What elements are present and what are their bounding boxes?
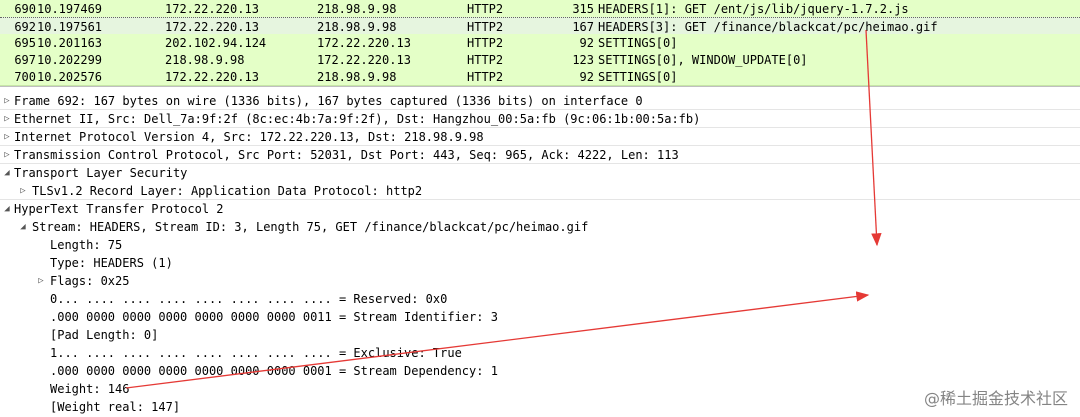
packet-destination: 218.98.9.98: [317, 70, 397, 84]
packet-row-690[interactable]: 690 10.197469 172.22.220.13 218.98.9.98 …: [0, 0, 1080, 18]
detail-stream[interactable]: ◢ Stream: HEADERS, Stream ID: 3, Length …: [16, 218, 588, 236]
detail-stream-dependency[interactable]: .000 0000 0000 0000 0000 0000 0000 0001 …: [50, 362, 498, 380]
packet-info: HEADERS[1]: GET /ent/js/lib/jquery-1.7.2…: [598, 2, 909, 16]
detail-ethernet[interactable]: ▷ Ethernet II, Src: Dell_7a:9f:2f (8c:ec…: [0, 110, 700, 128]
packet-protocol: HTTP2: [467, 70, 504, 84]
detail-text: Length: 75: [50, 238, 123, 252]
packet-info: SETTINGS[0]: [598, 70, 678, 84]
packet-row-695[interactable]: 695 10.201163 202.102.94.124 172.22.220.…: [0, 34, 1080, 52]
expand-icon[interactable]: ▷: [36, 272, 46, 290]
packet-length: 315: [572, 2, 594, 16]
detail-text: Transport Layer Security: [14, 166, 188, 180]
detail-length[interactable]: Length: 75: [50, 236, 122, 254]
detail-type[interactable]: Type: HEADERS (1): [50, 254, 173, 272]
detail-text: Frame 692: 167 bytes on wire (1336 bits)…: [14, 94, 643, 108]
detail-pad-length[interactable]: [Pad Length: 0]: [50, 326, 158, 344]
detail-weight[interactable]: Weight: 146: [50, 380, 129, 398]
detail-text: Transmission Control Protocol, Src Port:…: [14, 148, 679, 162]
packet-time: 10.197469: [37, 2, 103, 16]
detail-text: Ethernet II, Src: Dell_7a:9f:2f (8c:ec:4…: [14, 112, 701, 126]
collapse-icon[interactable]: ◢: [18, 218, 28, 236]
detail-text: [Pad Length: 0]: [50, 328, 159, 342]
detail-text: [Weight real: 147]: [50, 400, 181, 414]
packet-row-700[interactable]: 700 10.202576 172.22.220.13 218.98.9.98 …: [0, 68, 1080, 86]
packet-source: 172.22.220.13: [165, 70, 259, 84]
detail-tcp[interactable]: ▷ Transmission Control Protocol, Src Por…: [0, 146, 678, 164]
expand-icon[interactable]: ▷: [2, 128, 12, 146]
packet-details-pane[interactable]: ▷ Frame 692: 167 bytes on wire (1336 bit…: [0, 90, 1080, 417]
detail-text: 1... .... .... .... .... .... .... .... …: [50, 346, 462, 360]
packet-destination: 172.22.220.13: [317, 36, 411, 50]
detail-reserved[interactable]: 0... .... .... .... .... .... .... .... …: [50, 290, 447, 308]
detail-ipv4[interactable]: ▷ Internet Protocol Version 4, Src: 172.…: [0, 128, 483, 146]
detail-text: Type: HEADERS (1): [50, 256, 173, 270]
detail-text: Stream: HEADERS, Stream ID: 3, Length 75…: [32, 220, 589, 234]
detail-text: .000 0000 0000 0000 0000 0000 0000 0011 …: [50, 310, 498, 324]
expand-icon[interactable]: ▷: [2, 146, 12, 164]
packet-source: 172.22.220.13: [165, 2, 259, 16]
packet-row-697[interactable]: 697 10.202299 218.98.9.98 172.22.220.13 …: [0, 51, 1080, 69]
packet-number: 700: [14, 70, 36, 84]
detail-tls-record-layer[interactable]: ▷ TLSv1.2 Record Layer: Application Data…: [16, 182, 422, 200]
expand-icon[interactable]: ▷: [2, 92, 12, 110]
packet-protocol: HTTP2: [467, 36, 504, 50]
detail-text: 0... .... .... .... .... .... .... .... …: [50, 292, 448, 306]
packet-destination: 172.22.220.13: [317, 53, 411, 67]
packet-number: 690: [14, 2, 36, 16]
detail-text: Internet Protocol Version 4, Src: 172.22…: [14, 130, 484, 144]
packet-length: 123: [572, 53, 594, 67]
packet-number: 697: [14, 53, 36, 67]
packet-protocol: HTTP2: [467, 2, 504, 16]
packet-time: 10.201163: [37, 36, 103, 50]
detail-text: Weight: 146: [50, 382, 130, 396]
detail-text: TLSv1.2 Record Layer: Application Data P…: [32, 184, 423, 198]
collapse-icon[interactable]: ◢: [2, 200, 12, 218]
detail-stream-identifier[interactable]: .000 0000 0000 0000 0000 0000 0000 0011 …: [50, 308, 498, 326]
packet-destination: 218.98.9.98: [317, 2, 397, 16]
collapse-icon[interactable]: ◢: [2, 164, 12, 182]
detail-exclusive[interactable]: 1... .... .... .... .... .... .... .... …: [50, 344, 462, 362]
packet-info: SETTINGS[0]: [598, 36, 678, 50]
packet-length: 92: [579, 70, 594, 84]
packet-source: 218.98.9.98: [165, 53, 245, 67]
detail-text: Flags: 0x25: [50, 274, 130, 288]
packet-row-692[interactable]: 692 10.197561 172.22.220.13 218.98.9.98 …: [0, 17, 1080, 35]
detail-tls[interactable]: ◢ Transport Layer Security: [0, 164, 187, 182]
packet-time: 10.202576: [37, 70, 103, 84]
expand-icon[interactable]: ▷: [2, 110, 12, 128]
detail-text: .000 0000 0000 0000 0000 0000 0000 0001 …: [50, 364, 498, 378]
wireshark-window: 690 10.197469 172.22.220.13 218.98.9.98 …: [0, 0, 1080, 417]
detail-text: HyperText Transfer Protocol 2: [14, 202, 224, 216]
expand-icon[interactable]: ▷: [18, 182, 28, 200]
detail-frame[interactable]: ▷ Frame 692: 167 bytes on wire (1336 bit…: [0, 92, 642, 110]
packet-source: 202.102.94.124: [165, 36, 267, 50]
packet-list[interactable]: 690 10.197469 172.22.220.13 218.98.9.98 …: [0, 0, 1080, 87]
packet-info: SETTINGS[0], WINDOW_UPDATE[0]: [598, 53, 808, 67]
detail-flags[interactable]: ▷ Flags: 0x25: [36, 272, 129, 290]
packet-protocol: HTTP2: [467, 53, 504, 67]
detail-weight-real[interactable]: [Weight real: 147]: [50, 398, 180, 416]
detail-http2[interactable]: ◢ HyperText Transfer Protocol 2: [0, 200, 223, 218]
packet-length: 92: [579, 36, 594, 50]
packet-time: 10.202299: [37, 53, 103, 67]
packet-number: 695: [14, 36, 36, 50]
watermark: @稀土掘金技术社区: [923, 389, 1068, 408]
